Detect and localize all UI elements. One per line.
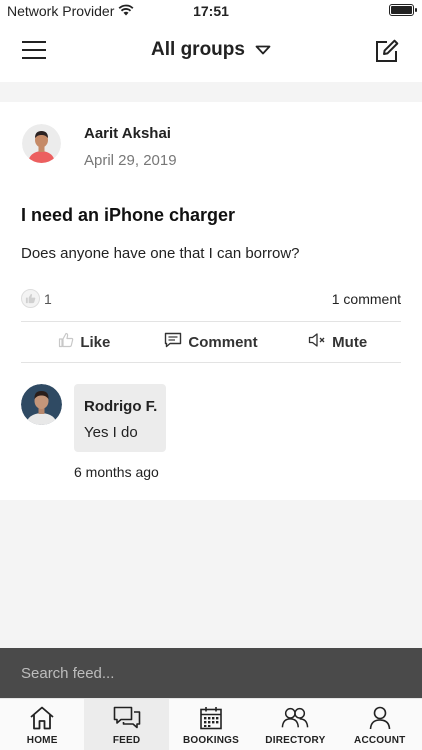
page-title: All groups xyxy=(151,39,245,60)
battery-icon xyxy=(389,4,417,16)
status-time: 17:51 xyxy=(193,3,229,19)
home-icon xyxy=(28,705,56,731)
reaction-summary[interactable]: 1 xyxy=(21,289,52,308)
post-actions: Like Comment Mute xyxy=(21,322,401,362)
post-date: April 29, 2019 xyxy=(84,152,177,169)
chevron-down-icon xyxy=(255,39,271,61)
search-bar xyxy=(0,648,422,698)
tab-label: HOME xyxy=(26,735,58,746)
comment-bubble: Rodrigo F. Yes I do xyxy=(74,384,166,452)
mute-icon xyxy=(308,332,326,352)
nav-bar: All groups xyxy=(0,22,422,82)
person-icon xyxy=(366,705,394,731)
comment-author-name[interactable]: Rodrigo F. xyxy=(84,398,157,415)
tab-label: ACCOUNT xyxy=(354,735,406,746)
group-selector[interactable]: All groups xyxy=(0,39,422,61)
tab-account[interactable]: ACCOUNT xyxy=(338,699,422,750)
like-bubble-icon xyxy=(21,289,40,308)
post-body: Does anyone have one that I can borrow? xyxy=(21,245,300,262)
comment-text: Yes I do xyxy=(84,424,138,441)
comment-label: Comment xyxy=(188,333,258,351)
mute-button[interactable]: Mute xyxy=(274,332,401,352)
tab-label: FEED xyxy=(112,735,141,746)
avatar[interactable] xyxy=(22,124,61,163)
tab-home[interactable]: HOME xyxy=(0,699,84,750)
avatar[interactable] xyxy=(21,384,62,425)
tab-label: BOOKINGS xyxy=(182,735,239,746)
people-icon xyxy=(281,705,309,731)
like-count: 1 xyxy=(44,290,52,307)
tab-directory[interactable]: DIRECTORY xyxy=(253,699,337,750)
post-author-name[interactable]: Aarit Akshai xyxy=(84,125,171,142)
comment-button[interactable]: Comment xyxy=(148,332,275,352)
tab-bar: HOME FEED BOOKINGS DIRECTORY ACCOUNT xyxy=(0,698,422,750)
calendar-icon xyxy=(197,705,225,731)
tab-feed[interactable]: FEED xyxy=(84,699,169,750)
post-card: Aarit Akshai April 29, 2019 I need an iP… xyxy=(0,102,422,500)
comment-icon xyxy=(164,332,182,352)
tab-bookings[interactable]: BOOKINGS xyxy=(169,699,253,750)
comment-timestamp: 6 months ago xyxy=(74,464,159,480)
like-label: Like xyxy=(80,333,111,351)
search-input[interactable] xyxy=(0,648,422,698)
tab-label: DIRECTORY xyxy=(265,735,326,746)
compose-icon[interactable] xyxy=(374,38,400,64)
divider xyxy=(21,362,401,363)
status-bar: Network Provider 17:51 xyxy=(0,0,422,22)
like-button[interactable]: Like xyxy=(21,332,148,352)
thumbs-up-icon xyxy=(58,332,74,352)
comment-count[interactable]: 1 comment xyxy=(332,291,401,307)
feed-icon xyxy=(113,705,141,731)
mute-label: Mute xyxy=(332,333,368,351)
post-title: I need an iPhone charger xyxy=(21,205,236,225)
